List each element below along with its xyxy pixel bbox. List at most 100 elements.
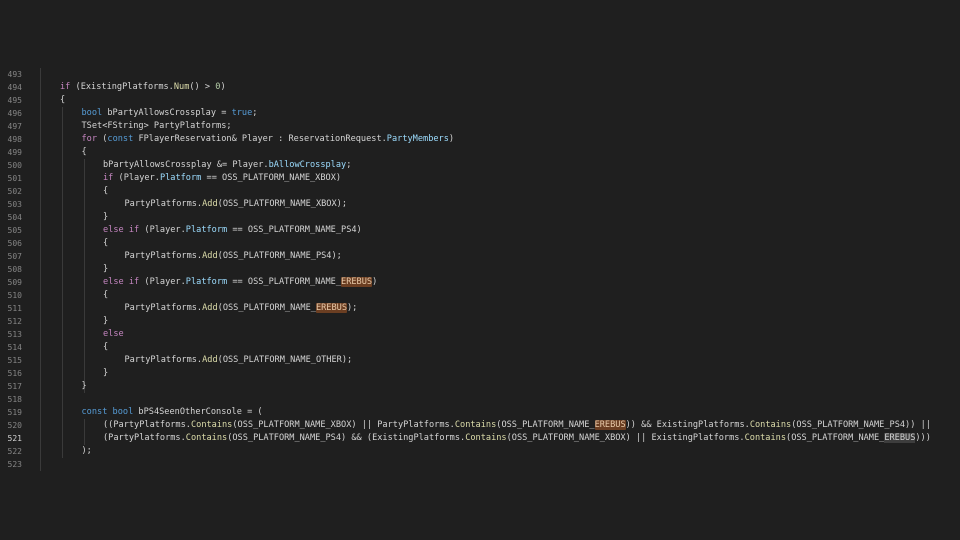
line-number: 509	[7, 278, 22, 287]
code-text[interactable]: PartyPlatforms.Add(OSS_PLATFORM_NAME_XBO…	[125, 198, 348, 211]
code-token: () >	[189, 82, 216, 92]
code-line[interactable]: 498 for (const FPlayerReservation& Player…	[0, 133, 960, 146]
code-line[interactable]: 495 {	[0, 94, 960, 107]
code-text[interactable]: }	[103, 315, 108, 328]
code-line[interactable]: 521 (PartyPlatforms.Contains(OSS_PLATFORM…	[0, 432, 960, 445]
code-text[interactable]: else if (Player.Platform == OSS_PLATFORM…	[103, 224, 362, 237]
code-token: (OSS_PLATFORM_NAME_XBOX) || ExistingPlat…	[506, 433, 745, 443]
code-text[interactable]: bool bPartyAllowsCrossplay = true;	[82, 107, 258, 120]
code-token: }	[81, 381, 87, 391]
code-line[interactable]: 503 PartyPlatforms.Add(OSS_PLATFORM_NAME_…	[0, 198, 960, 211]
code-token: (Player.	[139, 225, 186, 235]
code-line[interactable]: 509 else if (Player.Platform == OSS_PLATF…	[0, 276, 960, 289]
code-text[interactable]: {	[103, 237, 108, 250]
code-area[interactable]: 493 494 if (ExistingPlatforms.Num() > 0) 49…	[0, 68, 960, 471]
code-line[interactable]: 508}	[0, 263, 960, 276]
code-text[interactable]: }	[103, 211, 108, 224]
code-token: TSet<FString> PartyPlatforms;	[81, 121, 232, 131]
code-text[interactable]: {	[103, 185, 108, 198]
code-line[interactable]: 518	[0, 393, 960, 406]
code-token: PartyPlatforms.	[124, 199, 203, 209]
code-token: (OSS_PLATFORM_NAME_	[217, 303, 316, 313]
code-text[interactable]: bPartyAllowsCrossplay &= Player.bAllowCr…	[103, 159, 351, 172]
code-line[interactable]: 504}	[0, 211, 960, 224]
code-line[interactable]: 522);	[0, 445, 960, 458]
code-text[interactable]: else if (Player.Platform == OSS_PLATFORM…	[103, 276, 377, 289]
code-token: == OSS_PLATFORM_NAME_XBOX)	[201, 173, 342, 183]
code-line[interactable]: 519 const bool bPS4SeenOtherConsole = (	[0, 406, 960, 419]
code-line[interactable]: 515 PartyPlatforms.Add(OSS_PLATFORM_NAME_…	[0, 354, 960, 367]
code-token: )	[448, 134, 455, 144]
code-line[interactable]: 513 else	[0, 328, 960, 341]
line-number: 495	[7, 96, 22, 105]
code-line[interactable]: 494 if (ExistingPlatforms.Num() > 0)	[0, 81, 960, 94]
code-line[interactable]: 501 if (Player.Platform == OSS_PLATFORM_N…	[0, 172, 960, 185]
code-token: }	[103, 316, 109, 326]
code-line[interactable]: 514 {	[0, 341, 960, 354]
line-number: 498	[7, 135, 22, 144]
code-token: true	[231, 108, 253, 118]
code-token: EREBUS	[594, 420, 626, 430]
code-token: Contains	[454, 420, 497, 430]
code-token: Add	[202, 199, 218, 209]
code-token: (OSS_PLATFORM_NAME_XBOX) || PartyPlatfor…	[232, 420, 455, 430]
code-token: {	[103, 342, 109, 352]
code-token: bPartyAllowsCrossplay =	[102, 108, 232, 118]
code-token: EREBUS	[315, 303, 347, 313]
line-number: 510	[7, 291, 22, 300]
code-text[interactable]: {	[82, 146, 87, 159]
code-line[interactable]: 500 bPartyAllowsCrossplay &= Player.bAllo…	[0, 159, 960, 172]
code-text[interactable]: }	[103, 263, 108, 276]
code-line[interactable]: 520 ((PartyPlatforms.Contains(OSS_PLATFOR…	[0, 419, 960, 432]
code-line[interactable]: 511 PartyPlatforms.Add(OSS_PLATFORM_NAME_…	[0, 302, 960, 315]
code-text[interactable]: {	[103, 289, 108, 302]
code-token: const bool	[81, 407, 134, 417]
code-text[interactable]: else	[103, 328, 124, 341]
code-line[interactable]: 493	[0, 68, 960, 81]
code-token: PartyPlatforms.	[124, 251, 203, 261]
code-token: FPlayerReservation& Player : Reservation…	[133, 134, 387, 144]
code-token: Add	[202, 355, 218, 365]
code-text[interactable]: }	[103, 367, 108, 380]
code-text[interactable]: for (const FPlayerReservation& Player : …	[82, 133, 455, 146]
code-text[interactable]: PartyPlatforms.Add(OSS_PLATFORM_NAME_ERE…	[125, 302, 357, 315]
code-text[interactable]: (PartyPlatforms.Contains(OSS_PLATFORM_NA…	[103, 432, 931, 445]
code-line[interactable]: 499 {	[0, 146, 960, 159]
line-number: 494	[7, 83, 22, 92]
code-line[interactable]: 506 {	[0, 237, 960, 250]
code-line[interactable]: 523	[0, 458, 960, 471]
code-editor[interactable]: 493 494 if (ExistingPlatforms.Num() > 0) 49…	[0, 0, 960, 540]
code-text[interactable]: TSet<FString> PartyPlatforms;	[82, 120, 232, 133]
line-number: 493	[7, 70, 22, 79]
line-number: 501	[7, 174, 22, 183]
code-line[interactable]: 512}	[0, 315, 960, 328]
code-token: (OSS_PLATFORM_NAME_OTHER);	[217, 355, 353, 365]
line-number: 522	[7, 447, 22, 456]
code-text[interactable]: {	[60, 94, 65, 107]
code-text[interactable]: {	[103, 341, 108, 354]
line-number: 515	[7, 356, 22, 365]
code-text[interactable]: }	[82, 380, 87, 393]
code-text[interactable]: );	[82, 445, 92, 458]
code-line[interactable]: 510 {	[0, 289, 960, 302]
code-text[interactable]: if (Player.Platform == OSS_PLATFORM_NAME…	[103, 172, 341, 185]
code-text[interactable]: PartyPlatforms.Add(OSS_PLATFORM_NAME_OTH…	[125, 354, 353, 367]
code-line[interactable]: 516}	[0, 367, 960, 380]
line-number: 502	[7, 187, 22, 196]
code-text[interactable]: const bool bPS4SeenOtherConsole = (	[82, 406, 263, 419]
code-text[interactable]: ((PartyPlatforms.Contains(OSS_PLATFORM_N…	[103, 419, 931, 432]
code-line[interactable]: 497 TSet<FString> PartyPlatforms;	[0, 120, 960, 133]
code-token: (OSS_PLATFORM_NAME_	[496, 420, 595, 430]
line-number: 499	[7, 148, 22, 157]
code-line[interactable]: 502 {	[0, 185, 960, 198]
code-text[interactable]: PartyPlatforms.Add(OSS_PLATFORM_NAME_PS4…	[125, 250, 342, 263]
code-token: if	[60, 82, 71, 92]
line-number: 513	[7, 330, 22, 339]
code-line[interactable]: 505 else if (Player.Platform == OSS_PLATF…	[0, 224, 960, 237]
code-line[interactable]: 517}	[0, 380, 960, 393]
line-number: 523	[7, 460, 22, 469]
code-text[interactable]: if (ExistingPlatforms.Num() > 0)	[60, 81, 226, 94]
code-line[interactable]: 507 PartyPlatforms.Add(OSS_PLATFORM_NAME_…	[0, 250, 960, 263]
code-line[interactable]: 496 bool bPartyAllowsCrossplay = true;	[0, 107, 960, 120]
code-token: Add	[202, 303, 218, 313]
